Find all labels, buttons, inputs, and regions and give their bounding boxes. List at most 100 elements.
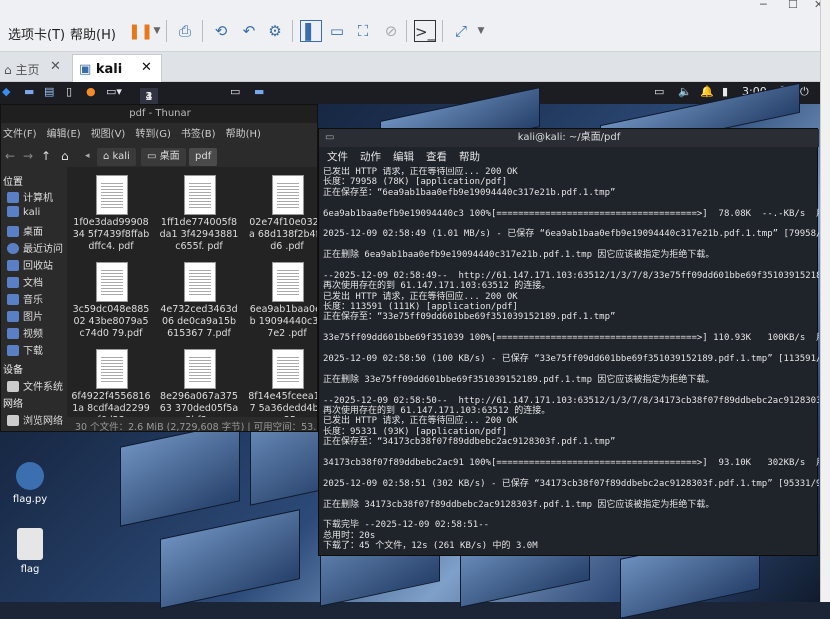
pdf-thumbnail-icon bbox=[184, 349, 216, 389]
dropdown-chevron-icon[interactable]: ▼ bbox=[146, 20, 168, 42]
terminal-line: 2025-12-09 02:58:51 (302 KB/s) - 已保存 “34… bbox=[323, 478, 819, 489]
up-icon[interactable]: ↑ bbox=[41, 149, 51, 163]
text-editor-icon[interactable]: ▯ bbox=[66, 85, 72, 98]
documents-folder-icon bbox=[7, 277, 19, 288]
file-item[interactable]: 3c59dc048e88502 43be8079a5c74d0 79.pdf bbox=[71, 258, 151, 343]
minimize-icon[interactable]: ─ bbox=[760, 0, 767, 11]
tab-kali[interactable]: ▣ kali ✕ bbox=[72, 54, 162, 82]
close-icon[interactable]: ✕ bbox=[50, 59, 61, 74]
sidebar-item-kali[interactable]: kali bbox=[7, 206, 40, 218]
window-controls: ─ ☐ ✕ bbox=[740, 0, 830, 12]
breadcrumb-left-icon[interactable]: ◂ bbox=[85, 151, 90, 161]
menu-view[interactable]: 视图(V) bbox=[91, 129, 126, 140]
sidebar: 位置 计算机 kali 桌面 最近访问 回收站 文档 音乐 图片 视频 下载 设… bbox=[1, 173, 67, 427]
python-file-icon bbox=[16, 462, 44, 490]
home-icon[interactable]: ⌂ bbox=[61, 149, 69, 163]
sidebar-item-pictures[interactable]: 图片 bbox=[7, 308, 43, 323]
menu-actions[interactable]: 动作 bbox=[360, 151, 381, 163]
file-item[interactable]: 1ff1de774005f8da1 3f42943881c655f. pdf bbox=[159, 171, 239, 256]
menu-help[interactable]: 帮助 bbox=[459, 151, 480, 163]
terminal-line: 33e75ff09dd601bbe69f351039 100%[========… bbox=[323, 333, 819, 344]
unity-icon[interactable]: ⊘ bbox=[380, 20, 402, 42]
terminal-window: ▭ kali@kali: ~/桌面/pdf 文件 动作 编辑 查看 帮助 已发出 HTT… bbox=[318, 128, 819, 557]
breadcrumb-kali[interactable]: ⌂ kali bbox=[97, 148, 136, 166]
menu-edit[interactable]: 编辑(E) bbox=[47, 129, 81, 140]
vertical-scrollbar[interactable] bbox=[820, 0, 830, 602]
revert-snapshot-icon[interactable]: ↶ bbox=[238, 20, 260, 42]
sidebar-item-recent[interactable]: 最近访问 bbox=[7, 240, 63, 255]
menubar: 文件 动作 编辑 查看 帮助 bbox=[319, 147, 819, 165]
stretch-dropdown-icon[interactable]: ▼ bbox=[470, 20, 492, 42]
pdf-thumbnail-icon bbox=[184, 262, 216, 302]
file-item[interactable]: 6ea9ab1baa0efb 19094440c317e2 .pdf bbox=[247, 258, 317, 343]
file-grid: 1f0e3dad9990834 5f7439f8ffabdffc4. pdf 1… bbox=[67, 167, 317, 426]
snapshot-icon[interactable]: ⟲ bbox=[210, 20, 232, 42]
forward-icon[interactable]: → bbox=[23, 149, 33, 163]
sidebar-item-music[interactable]: 音乐 bbox=[7, 291, 43, 306]
recent-icon bbox=[7, 243, 19, 254]
menu-help[interactable]: 帮助(H) bbox=[226, 129, 261, 140]
pdf-thumbnail-icon bbox=[96, 262, 128, 302]
sidebar-item-filesystem[interactable]: 文件系统 bbox=[7, 378, 63, 393]
sidebar-item-documents[interactable]: 文档 bbox=[7, 274, 43, 289]
pdf-thumbnail-icon bbox=[272, 175, 304, 215]
sidebar-item-videos[interactable]: 视频 bbox=[7, 325, 43, 340]
maximize-icon[interactable]: ☐ bbox=[788, 0, 798, 11]
terminal-output[interactable]: 已发出 HTTP 请求，正在等待回应... 200 OK 长度：79958 (78… bbox=[323, 167, 819, 557]
menu-edit[interactable]: 编辑 bbox=[393, 151, 414, 163]
desktop-icon-flag-py[interactable]: flag.py bbox=[0, 462, 60, 505]
sidebar-view-icon[interactable]: ▌ bbox=[300, 20, 322, 42]
file-item[interactable]: 4e732ced3463d06 de0ca9a15b615367 7.pdf bbox=[159, 258, 239, 343]
taskbar-terminal-icon[interactable]: ▭ bbox=[230, 85, 240, 98]
menu-file[interactable]: 文件(F) bbox=[3, 129, 37, 140]
file-item[interactable]: 1f0e3dad9990834 5f7439f8ffabdffc4. pdf bbox=[71, 171, 151, 256]
stretch-icon[interactable]: ⤢ bbox=[450, 20, 472, 42]
display-icon[interactable]: ▭ bbox=[654, 85, 664, 98]
snapshot-manager-icon[interactable]: ⚙ bbox=[264, 20, 286, 42]
terminal-line: 正在删除 34173cb38f07f89ddbebc2ac9128303f.pd… bbox=[323, 499, 715, 510]
menu-file[interactable]: 文件 bbox=[327, 151, 348, 163]
desktop-icon-flag[interactable]: flag bbox=[0, 528, 60, 575]
pdf-thumbnail-icon bbox=[184, 175, 216, 215]
sidebar-item-trash[interactable]: 回收站 bbox=[7, 257, 53, 272]
notification-bell-icon[interactable]: 🔔 bbox=[700, 85, 714, 98]
file-manager-icon[interactable]: ▤ bbox=[44, 85, 54, 98]
back-icon[interactable]: ← bbox=[5, 149, 15, 163]
breadcrumb-desktop[interactable]: ▭ 桌面 bbox=[141, 148, 186, 166]
power-icon[interactable]: ⏻ bbox=[800, 85, 809, 99]
terminal-launcher-icon[interactable]: ▭▾ bbox=[106, 85, 122, 98]
kali-menu-icon[interactable]: ◆ bbox=[2, 85, 10, 98]
menu-view[interactable]: 查看 bbox=[426, 151, 447, 163]
menu-help[interactable]: 帮助(H) bbox=[70, 24, 116, 43]
sidebar-header-network: 网络 bbox=[3, 399, 23, 410]
firefox-icon[interactable]: ● bbox=[86, 85, 96, 98]
menu-go[interactable]: 转到(G) bbox=[135, 129, 171, 140]
pdf-thumbnail-icon bbox=[96, 175, 128, 215]
taskbar-folder-icon[interactable]: ▬ bbox=[254, 85, 264, 98]
menu-bookmarks[interactable]: 书签(B) bbox=[181, 129, 216, 140]
sidebar-item-desktop[interactable]: 桌面 bbox=[7, 223, 43, 238]
send-keys-icon[interactable]: ⎙ bbox=[174, 20, 196, 42]
navigation-bar: ← → ↑ ⌂ ◂ ⌂ kali ▭ 桌面 pdf bbox=[1, 145, 317, 169]
terminal-icon[interactable]: >_ bbox=[414, 20, 436, 42]
menu-tabs[interactable]: 选项卡(T) bbox=[8, 24, 65, 43]
fullscreen-icon[interactable]: ⛶ bbox=[352, 20, 374, 42]
battery-icon[interactable]: ▮ bbox=[722, 85, 728, 98]
vm-tab-bar: ⌂ 主页 ✕ ▣ kali ✕ bbox=[0, 52, 830, 82]
pdf-thumbnail-icon bbox=[96, 349, 128, 389]
file-item[interactable]: 02e74f10e0327a 68d138f2b4fdd6 .pdf bbox=[247, 171, 317, 256]
sidebar-item-computer[interactable]: 计算机 bbox=[7, 189, 53, 204]
tab-home-label: 主页 bbox=[15, 63, 40, 77]
close-icon[interactable]: ✕ bbox=[141, 60, 152, 75]
sidebar-item-browse-network[interactable]: 浏览网络 bbox=[7, 412, 63, 427]
breadcrumb-pdf[interactable]: pdf bbox=[189, 148, 218, 166]
sidebar-item-downloads[interactable]: 下载 bbox=[7, 342, 43, 357]
show-desktop-icon[interactable]: ▬ bbox=[24, 85, 34, 98]
volume-icon[interactable]: 🔈 bbox=[678, 85, 692, 98]
console-view-icon[interactable]: ▭ bbox=[326, 20, 348, 42]
tab-home[interactable]: ⌂ 主页 ✕ bbox=[0, 52, 70, 82]
